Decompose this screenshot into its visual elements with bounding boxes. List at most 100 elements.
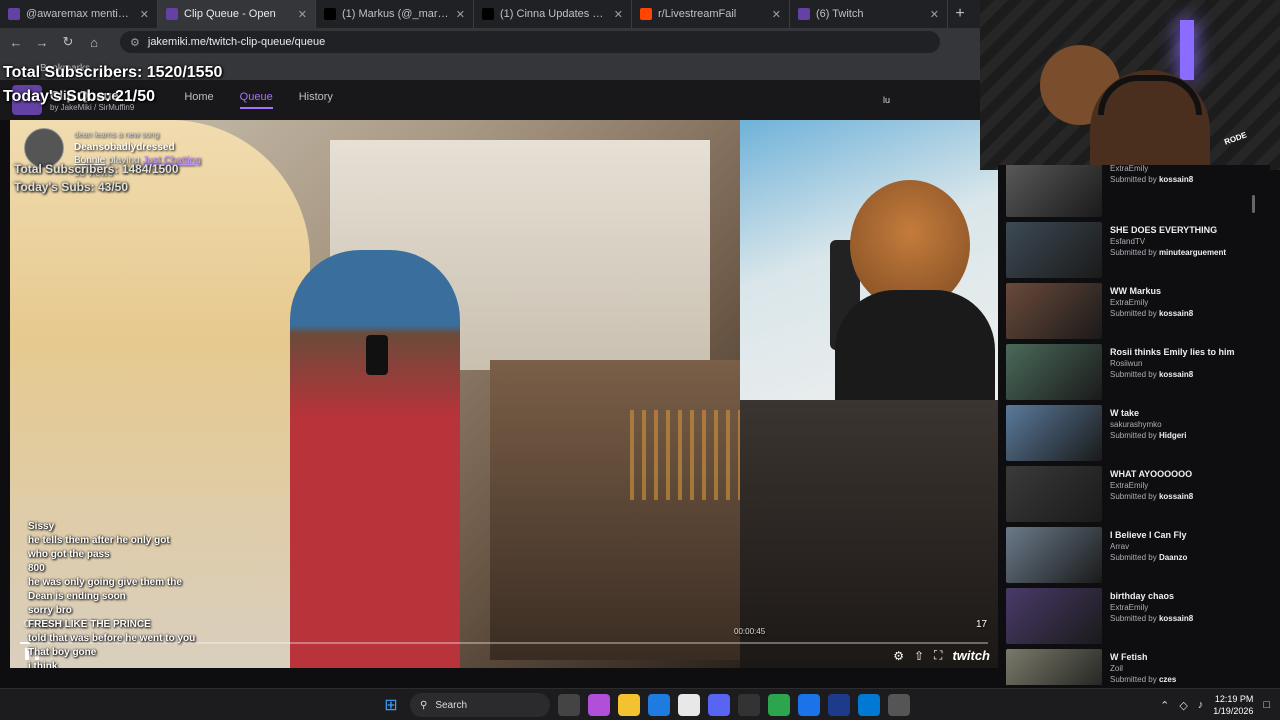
start-icon[interactable]: ⊞ (380, 694, 402, 716)
taskbar-search[interactable]: ⚲ Search (410, 693, 550, 717)
queue-clip-channel: Rosiiwun (1110, 359, 1143, 368)
chat-text: i think (28, 661, 58, 668)
chat-message: Dean is ending soon (28, 590, 328, 604)
app-icon[interactable] (828, 694, 850, 716)
chat-message: i think (28, 660, 328, 668)
task-view-icon[interactable] (558, 694, 580, 716)
clip-thumbnail[interactable] (1006, 527, 1102, 583)
notifications-icon[interactable]: □ (1263, 699, 1270, 711)
network-icon[interactable]: ◇ (1179, 699, 1187, 712)
tray-chevron-icon[interactable]: ⌃ (1160, 699, 1169, 712)
volume-icon[interactable]: ♪ (1198, 699, 1204, 711)
calculator-icon[interactable] (888, 694, 910, 716)
settings-app-icon[interactable] (858, 694, 880, 716)
close-icon[interactable]: ✕ (614, 8, 623, 21)
browser-tab[interactable]: @awaremax mentioned yo ✕ (0, 0, 158, 28)
tab-favicon-icon (640, 8, 652, 20)
clip-thumbnail[interactable] (1006, 283, 1102, 339)
settings-icon[interactable]: ⚙ (893, 649, 904, 663)
queue-submitted-by: Submitted by kossain8 (1110, 309, 1194, 318)
edge-icon[interactable] (648, 694, 670, 716)
clip-title: dean learns a new song (74, 130, 159, 139)
browser-tab[interactable]: (1) Markus (@_markusking) ✕ (316, 0, 474, 28)
search-placeholder: Search (435, 699, 468, 711)
search-icon: ⚲ (420, 699, 428, 711)
forward-icon[interactable]: → (34, 35, 50, 50)
url-text: jakemiki.me/twitch-clip-queue/queue (147, 36, 326, 48)
screen: @awaremax mentioned yo✕Clip Queue - Open… (0, 0, 1280, 720)
time-marker: 00:00:45 (734, 627, 766, 636)
xbox-icon[interactable] (738, 694, 760, 716)
close-icon[interactable]: ✕ (930, 8, 939, 21)
site-nav: Home Queue History (184, 91, 333, 109)
clip-thumbnail[interactable] (1006, 222, 1102, 278)
queue-item[interactable]: W take sakurashymko Submitted by Hidgeri (1006, 405, 1266, 463)
close-icon[interactable]: ✕ (140, 8, 149, 21)
clock[interactable]: 12:19 PM 1/19/2026 (1213, 693, 1253, 717)
chat-message: FRESH LIKE THE PRINCE (28, 618, 328, 632)
reload-icon[interactable]: ↻ (60, 34, 76, 50)
tab-favicon-icon (8, 8, 20, 20)
chat-text: sorry bro (28, 605, 72, 616)
tab-favicon-icon (482, 8, 494, 20)
clip-thumbnail[interactable] (1006, 165, 1102, 217)
queue-submitted-by: Submitted by kossain8 (1110, 492, 1194, 501)
webcam-feed: RODE (980, 0, 1280, 170)
queue-item[interactable]: Rosii thinks Emily lies to him Rosiiwun Su… (1006, 344, 1266, 402)
close-icon[interactable]: ✕ (456, 8, 465, 21)
browser-tab[interactable]: r/LivestreamFail ✕ (632, 0, 790, 28)
discord-icon[interactable] (708, 694, 730, 716)
file-explorer-icon[interactable] (618, 694, 640, 716)
close-icon[interactable]: ✕ (298, 8, 307, 21)
close-icon[interactable]: ✕ (772, 8, 781, 21)
new-tab-button[interactable]: + (948, 0, 972, 28)
address-bar[interactable]: ⚙ jakemiki.me/twitch-clip-queue/queue (120, 31, 940, 53)
twitch-logo[interactable]: twitch (952, 648, 990, 663)
header-right-text: lu (882, 95, 890, 105)
queue-item[interactable]: WW Markus ExtraEmily Submitted by kossain8 (1006, 283, 1266, 341)
queue-item[interactable]: birthday chaos ExtraEmily Submitted by kos… (1006, 588, 1266, 646)
video-player[interactable]: dean learns a new song Deansobadlydresse… (10, 120, 998, 668)
clip-thumbnail[interactable] (1006, 405, 1102, 461)
queue-item[interactable]: ExtraEmily Submitted by kossain8 (1006, 165, 1266, 219)
tab-favicon-icon (798, 8, 810, 20)
clip-thumbnail[interactable] (1006, 649, 1102, 685)
queue-submitted-by: Submitted by kossain8 (1110, 614, 1194, 623)
chrome-active-icon[interactable] (798, 694, 820, 716)
chat-message: 800 (28, 562, 328, 576)
queue-item[interactable]: W Fetish Zoil Submitted by czes (1006, 649, 1266, 685)
clip-thumbnail[interactable] (1006, 588, 1102, 644)
queue-item[interactable]: WHAT AYOOOOOO ExtraEmily Submitted by koss… (1006, 466, 1266, 524)
queue-clip-title: Rosii thinks Emily lies to him (1110, 347, 1235, 357)
browser-tab[interactable]: (1) Cinna Updates on X: "SON ✕ (474, 0, 632, 28)
queue-item[interactable]: I Believe I Can Fly Arrav Submitted by Daa… (1006, 527, 1266, 585)
chat-message: he was only going give them the (28, 576, 328, 590)
home-icon[interactable]: ⌂ (86, 35, 102, 50)
queue-item[interactable]: SHE DOES EVERYTHING EsfandTV Submitted by … (1006, 222, 1266, 280)
clip-thumbnail[interactable] (1006, 466, 1102, 522)
nav-home[interactable]: Home (184, 91, 213, 109)
nav-history[interactable]: History (299, 91, 333, 109)
nav-queue[interactable]: Queue (239, 91, 273, 109)
queue-submitted-by: Submitted by kossain8 (1110, 175, 1194, 184)
browser-tab[interactable]: (6) Twitch ✕ (790, 0, 948, 28)
share-icon[interactable]: ⇧ (914, 649, 924, 663)
chat-text: That boy gone (28, 647, 97, 658)
store-icon[interactable] (678, 694, 700, 716)
chat-text: he was only going give them the (28, 577, 182, 588)
browser-tab-bar: @awaremax mentioned yo✕Clip Queue - Open… (0, 0, 980, 28)
browser-tab[interactable]: Clip Queue - Open ✕ (158, 0, 316, 28)
fullscreen-icon[interactable]: ⛶ (934, 648, 942, 663)
chat-text: 800 (28, 563, 45, 574)
site-info-icon[interactable]: ⚙ (130, 36, 140, 49)
clip-channel[interactable]: Deansobadlydressed (74, 141, 201, 154)
back-icon[interactable]: ← (8, 35, 24, 50)
tab-title: r/LivestreamFail (658, 8, 737, 20)
copilot-icon[interactable] (588, 694, 610, 716)
tab-title: (6) Twitch (816, 8, 864, 20)
chrome-icon[interactable] (768, 694, 790, 716)
queue-clip-channel: Arrav (1110, 542, 1130, 551)
clip-thumbnail[interactable] (1006, 344, 1102, 400)
clip-queue-list: ExtraEmily Submitted by kossain8 SHE DOES … (998, 165, 1270, 685)
tab-title: (1) Cinna Updates on X: "SON (500, 8, 608, 20)
